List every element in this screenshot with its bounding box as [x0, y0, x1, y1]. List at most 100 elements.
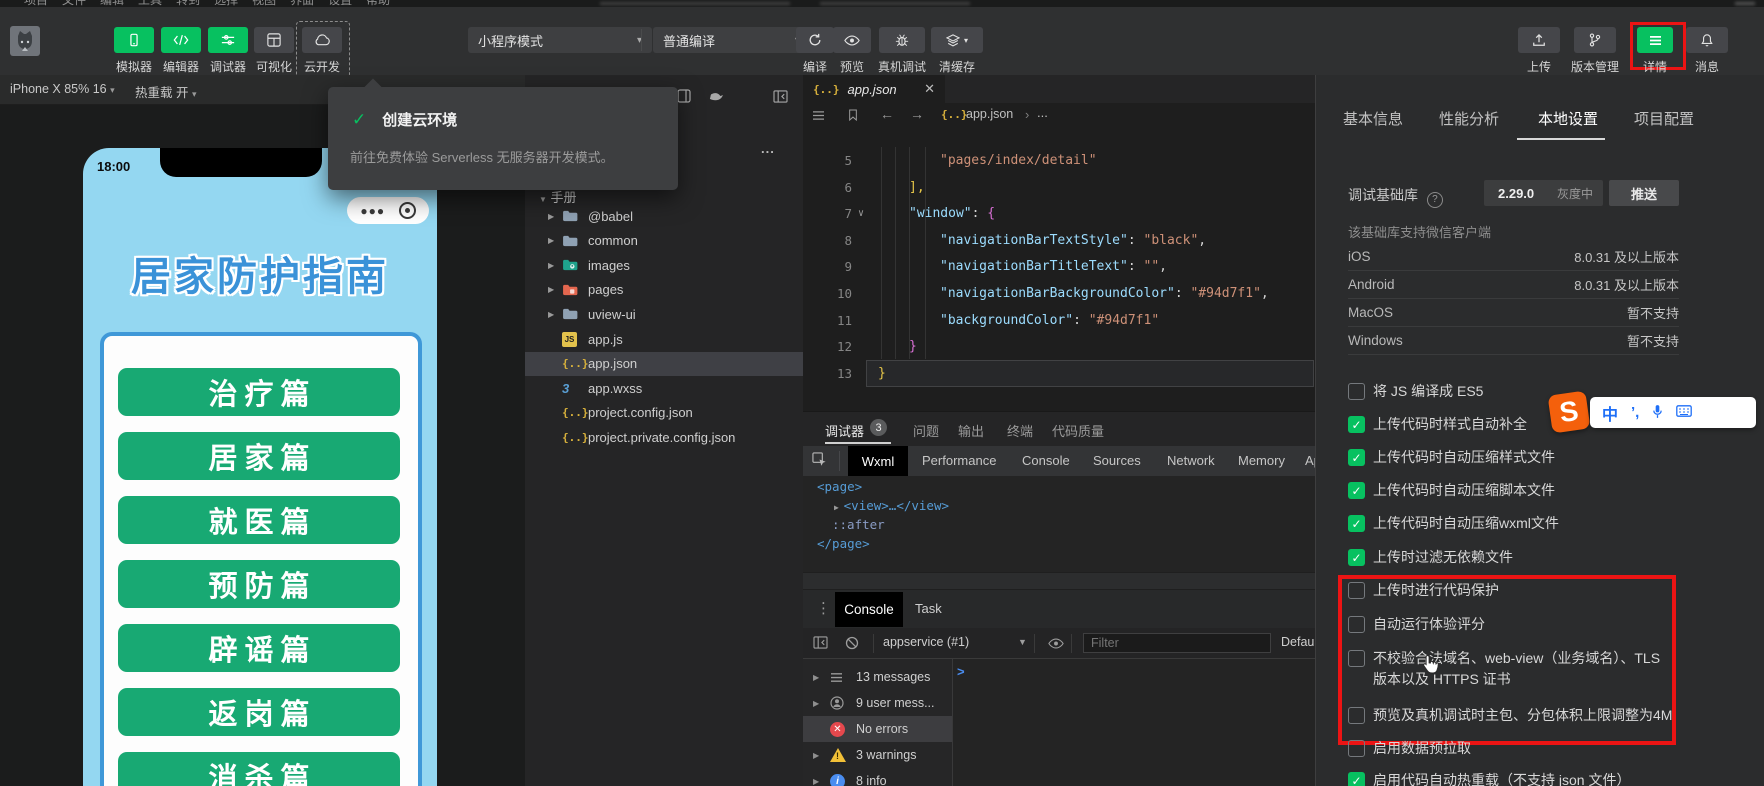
checkbox-checked[interactable]: ✓	[1348, 549, 1365, 566]
code-line[interactable]: 5"pages/index/detail"	[803, 147, 1315, 174]
tree-item-uview-ui[interactable]: ▶uview-ui	[525, 302, 803, 326]
tree-item-@babel[interactable]: ▶@babel	[525, 204, 803, 228]
tab-console[interactable]: Console	[835, 592, 903, 627]
checkbox-checked[interactable]: ✓	[1348, 416, 1365, 433]
app-menu-button[interactable]: 返岗篇	[118, 688, 400, 736]
code-line[interactable]: 10"navigationBarBackgroundColor": "#94d7…	[803, 280, 1315, 307]
toolbar-phone-button[interactable]: 模拟器	[114, 27, 154, 75]
app-menu-button[interactable]: 就医篇	[118, 496, 400, 544]
console-filter-9-user-mess-[interactable]: ▶9 user mess...	[803, 690, 952, 716]
tree-item-project.config.json[interactable]: {..}project.config.json	[525, 401, 803, 425]
checkbox-checked[interactable]: ✓	[1348, 772, 1365, 786]
forward-icon[interactable]: →	[910, 106, 924, 122]
app-menu-button[interactable]: 消杀篇	[118, 752, 400, 786]
settings-option-5[interactable]: ✓上传时过滤无依赖文件	[1348, 549, 1683, 568]
message-button[interactable]: 消息	[1686, 27, 1728, 75]
settings-option-3[interactable]: ✓上传代码时自动压缩脚本文件	[1348, 482, 1683, 501]
code-line[interactable]: 6],	[803, 174, 1315, 201]
devtool-tab-sources[interactable]: Sources	[1093, 453, 1141, 468]
debug-tab-2[interactable]: 输出	[958, 421, 984, 440]
debug-tab-1[interactable]: 问题	[913, 421, 939, 440]
menu-item[interactable]: 设置	[328, 0, 352, 7]
checkbox-checked[interactable]: ✓	[1348, 482, 1365, 499]
console-filter-8-info[interactable]: ▶i8 info	[803, 768, 952, 786]
toolbar-code-button[interactable]: 编辑器	[161, 27, 201, 75]
mode-select[interactable]: 小程序模式 ▾	[468, 27, 652, 53]
code-line[interactable]: 8"navigationBarTextStyle": "black",	[803, 227, 1315, 254]
settings-tab-0[interactable]: 基本信息	[1343, 108, 1403, 129]
debug-tab-4[interactable]: 代码质量	[1052, 421, 1104, 440]
checkbox-checked[interactable]: ✓	[1348, 515, 1365, 532]
menu-item[interactable]: 帮助	[366, 0, 390, 7]
filter-input[interactable]	[1083, 633, 1271, 653]
tree-item-app.wxss[interactable]: 3app.wxss	[525, 376, 803, 400]
explorer-more-button[interactable]: ...	[761, 141, 775, 156]
settings-option-9[interactable]: 预览及真机调试时主包、分包体积上限调整为4M	[1348, 707, 1683, 726]
checkbox-unchecked[interactable]	[1348, 740, 1365, 757]
devtool-tab-performance[interactable]: Performance	[922, 453, 996, 468]
details-button[interactable]: 详情	[1637, 27, 1673, 75]
app-menu-button[interactable]: 预防篇	[118, 560, 400, 608]
wxml-node[interactable]: ▶ <view>…</view>	[834, 498, 949, 513]
wxml-node[interactable]: <page>	[817, 479, 862, 494]
keyboard-icon[interactable]	[1676, 405, 1692, 420]
upload-button[interactable]: 上传	[1518, 27, 1560, 75]
help-icon[interactable]: ?	[1427, 192, 1443, 208]
menu-item[interactable]: 选择	[214, 0, 238, 7]
console-prompt[interactable]: >	[957, 664, 965, 679]
settings-tab-3[interactable]: 项目配置	[1634, 108, 1694, 129]
base-lib-version-select[interactable]: 2.29.0 灰度中	[1484, 180, 1603, 206]
tab-task[interactable]: Task	[915, 601, 942, 616]
ime-lang-toggle[interactable]: 中	[1602, 401, 1618, 425]
devtool-tab-memory[interactable]: Memory	[1238, 453, 1285, 468]
menu-item[interactable]: 编辑	[100, 0, 124, 7]
devtool-tab-appdata[interactable]: AppData	[1305, 453, 1315, 468]
toolbar-tune-button[interactable]: 调试器	[208, 27, 248, 75]
menu-item[interactable]: 视图	[252, 0, 276, 7]
device-select[interactable]: iPhone X 85% 16 ▾	[10, 82, 115, 96]
tab-app-json[interactable]: {..} app.json ✕	[803, 75, 945, 103]
window-controls[interactable]	[1735, 2, 1755, 5]
toolbar-device-debug-button[interactable]: 真机调试	[879, 27, 925, 75]
ime-punct-toggle[interactable]: ’,	[1631, 404, 1639, 421]
capsule-button[interactable]: ●●●	[347, 197, 429, 224]
debug-tab-0[interactable]: 调试器	[825, 421, 864, 440]
devtool-tab-console[interactable]: Console	[1022, 453, 1070, 468]
tree-item-images[interactable]: ▶images	[525, 253, 803, 277]
inspect-icon[interactable]	[812, 452, 827, 470]
more-vertical-icon[interactable]: ⋮	[816, 599, 831, 617]
settings-tab-1[interactable]: 性能分析	[1439, 108, 1499, 129]
panel-resize-handle[interactable]	[803, 572, 1315, 590]
clear-console-icon[interactable]	[845, 636, 859, 653]
code-line[interactable]: 7∨"window": {	[803, 200, 1315, 227]
console-filter-3-warnings[interactable]: ▶!3 warnings	[803, 742, 952, 768]
whale-icon[interactable]	[708, 91, 725, 106]
split-panel-icon[interactable]	[677, 89, 691, 106]
settings-option-11[interactable]: ✓启用代码自动热重载（不支持 json 文件）	[1348, 772, 1683, 786]
levels-select[interactable]: Default levels	[1281, 635, 1315, 649]
console-filter-13-messages[interactable]: ▶13 messages	[803, 664, 952, 690]
compile-select[interactable]: 普通编译 ▾	[653, 27, 810, 53]
menu-item[interactable]: 工具	[138, 0, 162, 7]
avatar[interactable]	[10, 26, 40, 59]
wxml-tree[interactable]: <page>▶ <view>…</view>::after</page>	[803, 476, 1315, 572]
settings-option-4[interactable]: ✓上传代码时自动压缩wxml文件	[1348, 515, 1683, 534]
settings-option-6[interactable]: 上传时进行代码保护	[1348, 582, 1683, 601]
settings-option-2[interactable]: ✓上传代码时自动压缩样式文件	[1348, 449, 1683, 468]
checkbox-unchecked[interactable]	[1348, 383, 1365, 400]
settings-option-7[interactable]: 自动运行体验评分	[1348, 616, 1683, 635]
code-line[interactable]: 12}	[803, 333, 1315, 360]
menu-item[interactable]: 文件	[62, 0, 86, 7]
bookmark-icon[interactable]	[848, 109, 858, 124]
back-icon[interactable]: ←	[880, 106, 894, 122]
breadcrumb-more[interactable]: ...	[1037, 105, 1048, 120]
toolbar-compile-button[interactable]: 编译	[796, 27, 834, 75]
menu-item[interactable]: 项目	[24, 0, 48, 7]
app-menu-button[interactable]: 辟谣篇	[118, 624, 400, 672]
app-menu-button[interactable]: 治疗篇	[118, 368, 400, 416]
context-select[interactable]: appservice (#1)	[883, 635, 969, 649]
tree-item-pages[interactable]: ▶pages	[525, 278, 803, 302]
code-line[interactable]: 11"backgroundColor": "#94d7f1"	[803, 307, 1315, 334]
mic-icon[interactable]	[1652, 404, 1663, 422]
menu-item[interactable]: 转到	[176, 0, 200, 7]
